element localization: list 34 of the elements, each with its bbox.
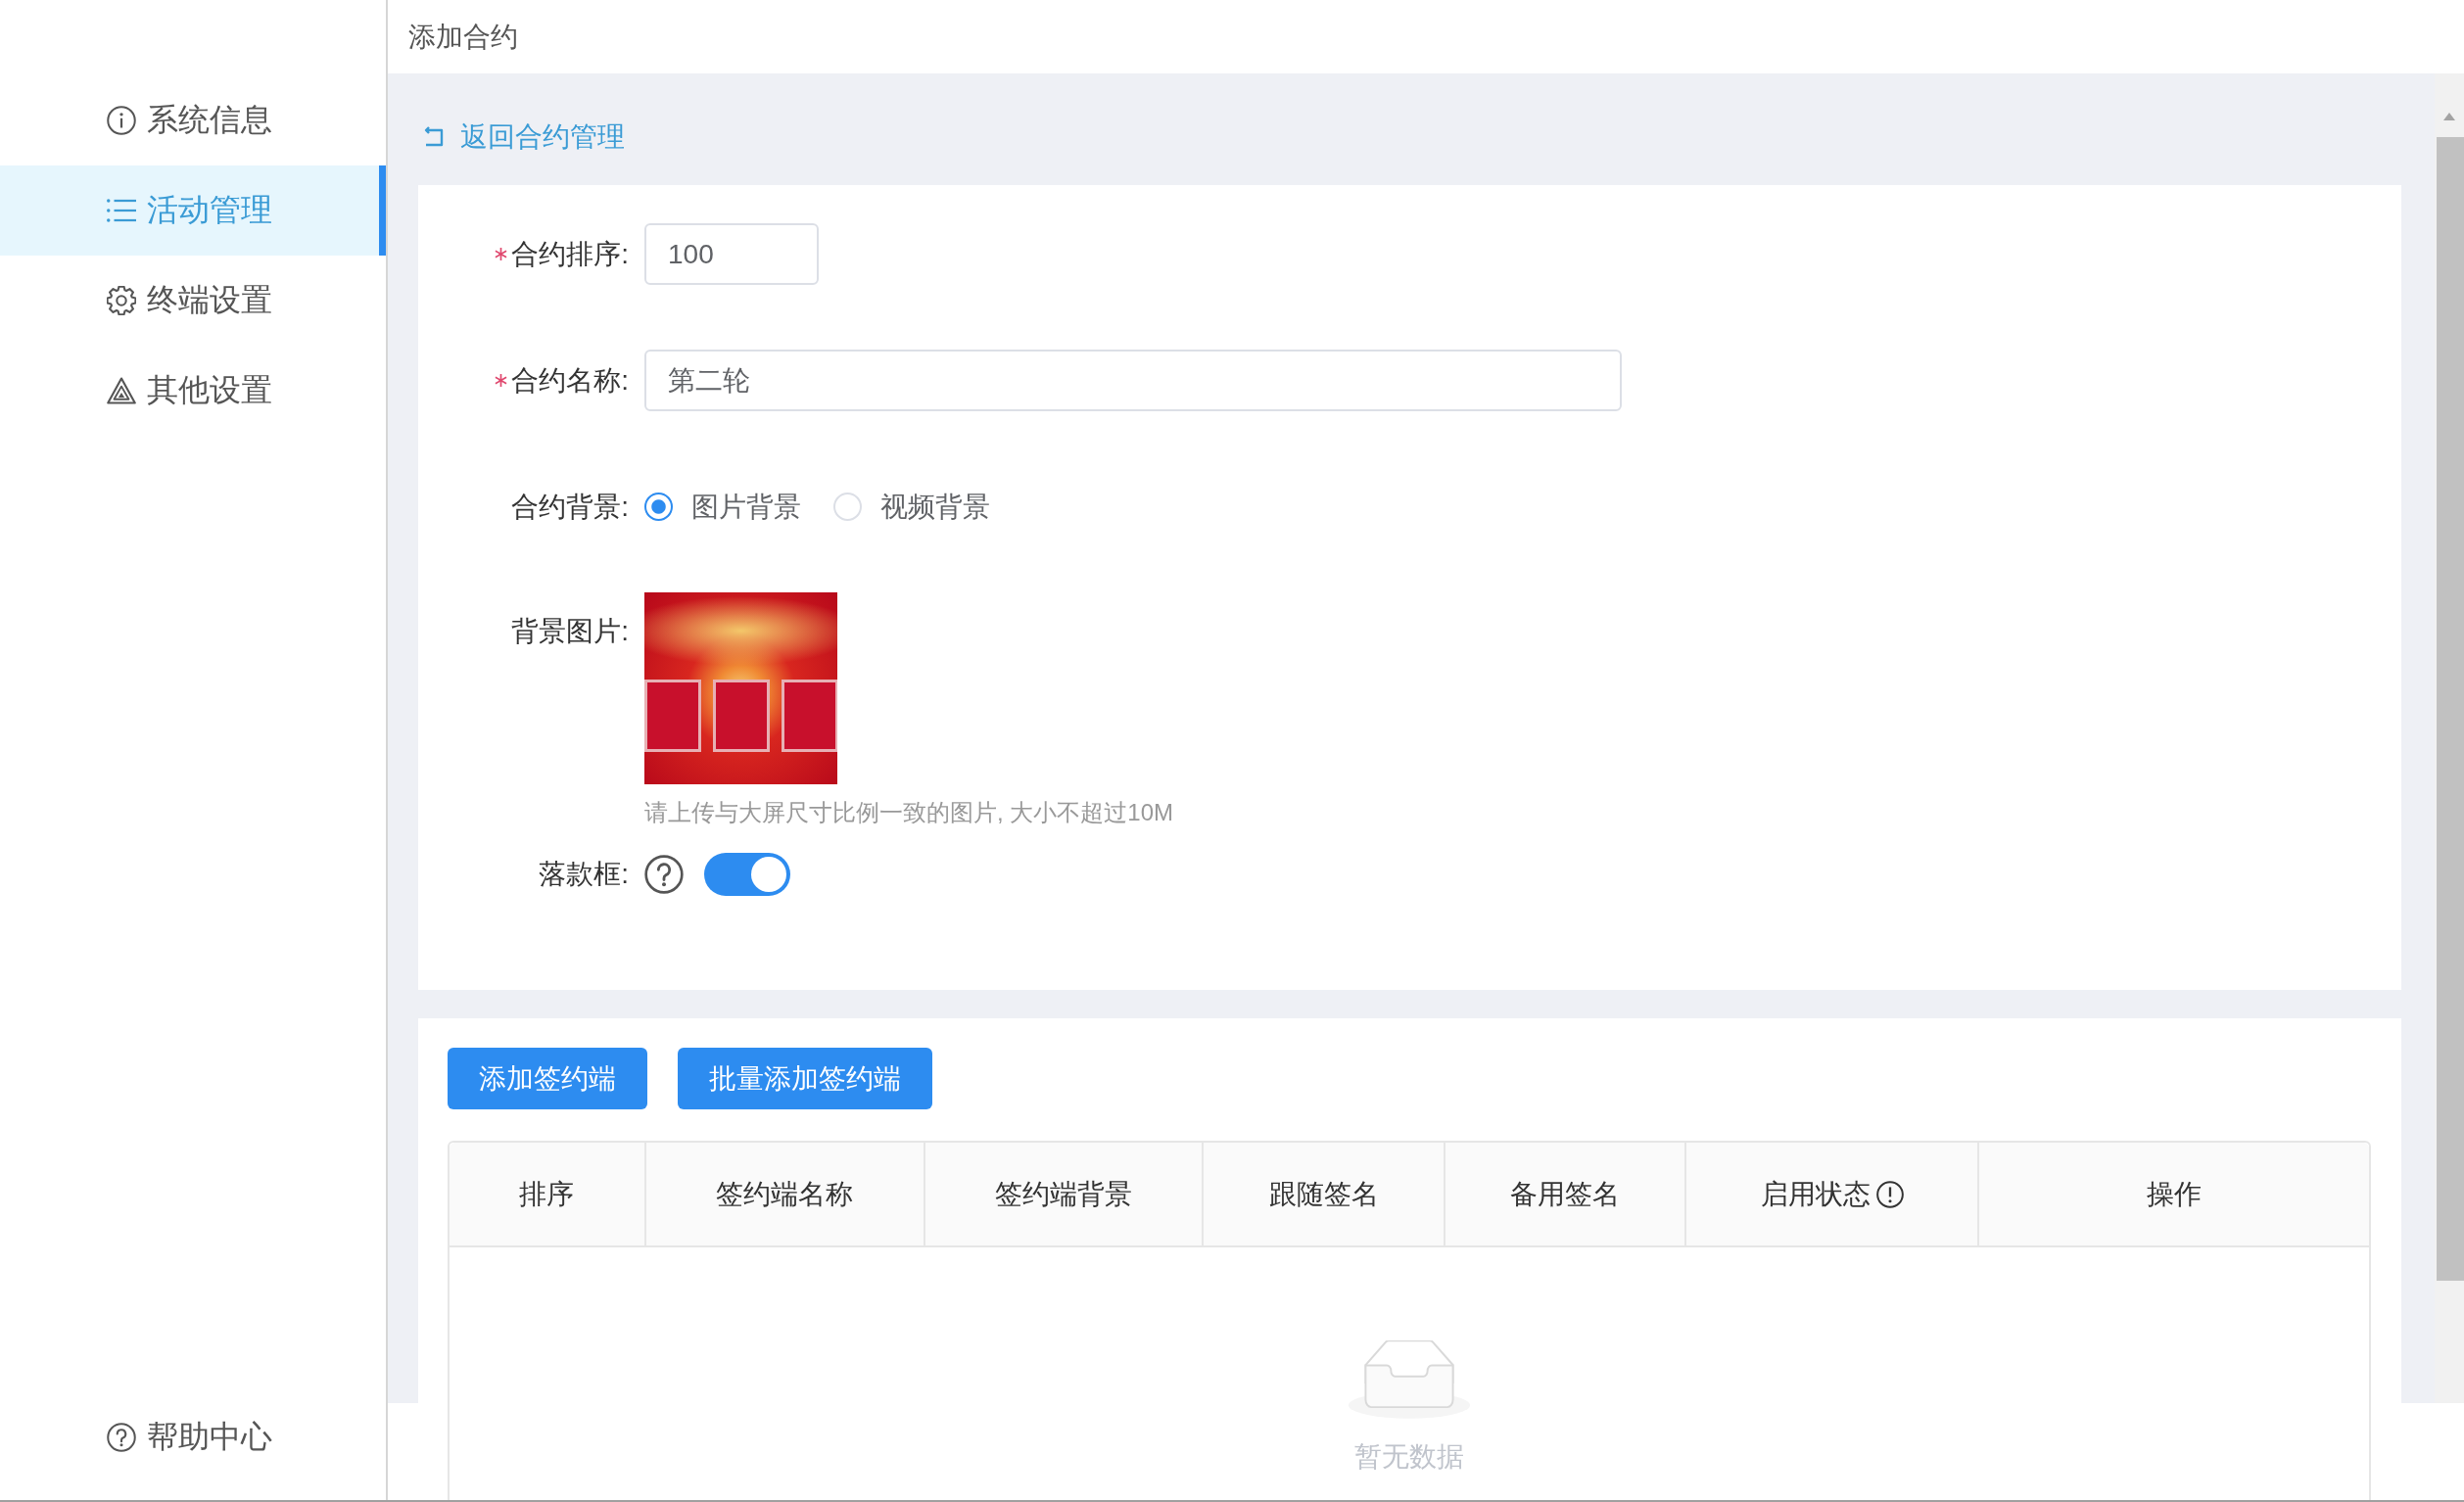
sidebar-item[interactable]: 帮助中心 [0,1392,386,1482]
form-label: 落款框: [539,857,629,891]
form-label: 合约排序: [511,237,629,271]
info-icon [107,106,136,135]
page-title: 添加合约 [408,20,518,54]
help-icon [107,1423,136,1452]
action-button[interactable]: 添加签约端 [448,1048,647,1109]
sidebar-item[interactable]: 系统信息 [0,75,386,165]
column-header: 签约端名称 [716,1177,854,1211]
radio-option[interactable]: 视频背景 [833,488,990,526]
sidebar-item[interactable]: 终端设置 [0,256,386,346]
empty-inbox-icon [1349,1340,1470,1419]
column-header: 备用签名 [1510,1177,1621,1211]
text-input[interactable]: 第二轮 [644,350,1622,411]
column-header: 签约端背景 [995,1177,1133,1211]
hint-text: 请上传与大屏尺寸比例一致的图片, 大小不超过10M [644,798,1174,827]
column-header: 跟随签名 [1268,1177,1379,1211]
gear-icon [107,286,136,315]
empty-text: 暂无数据 [1354,1440,1464,1474]
form-label: 合约名称: [511,363,629,398]
action-button[interactable]: 批量添加签约端 [678,1048,932,1109]
toggle-switch[interactable] [704,852,790,896]
scroll-up-icon[interactable] [2443,113,2455,120]
list-icon [107,196,136,225]
sidebar-item[interactable]: 其他设置 [0,346,386,436]
column-header: 启用状态 [1760,1177,1871,1211]
radio-option[interactable]: 图片背景 [644,488,801,526]
triangle-icon [107,376,136,405]
form-label: 背景图片: [511,615,629,648]
column-header: 操作 [2146,1177,2202,1211]
column-header: 排序 [519,1177,575,1211]
form-label: 合约背景: [511,490,629,524]
scrollbar-thumb[interactable] [2437,137,2464,1281]
text-input[interactable]: 100 [644,223,819,285]
